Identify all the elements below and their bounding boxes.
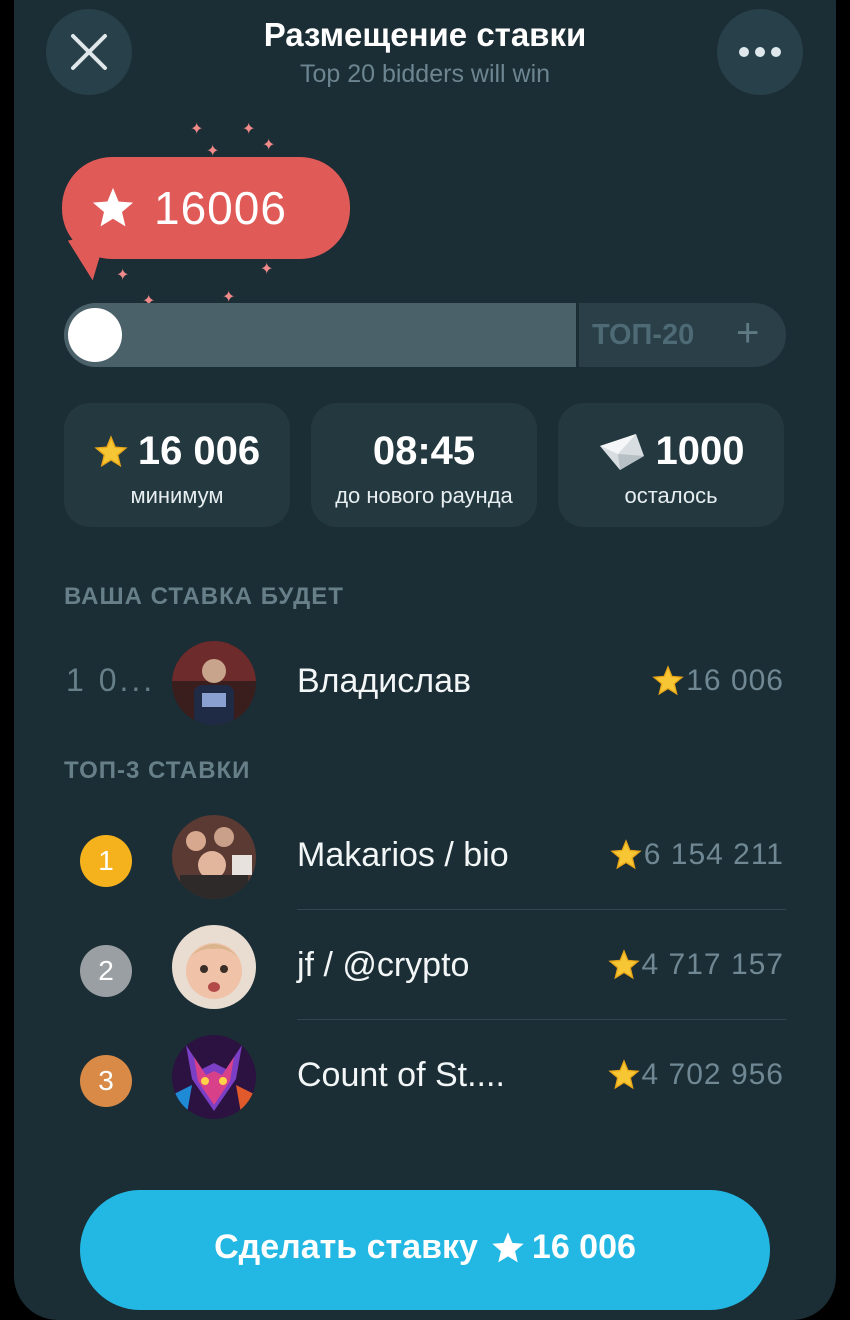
sparkle-icon: ✦ xyxy=(260,261,274,278)
medal-silver: 2 xyxy=(80,945,132,997)
place-bid-button[interactable]: Сделать ставку 16 006 xyxy=(80,1190,770,1310)
place-bid-amount: 16 006 xyxy=(531,1228,636,1266)
user-name: Count of St.... xyxy=(297,1056,505,1094)
bid-amount: 4 702 956 xyxy=(607,1058,784,1092)
stat-value: 16 006 xyxy=(137,429,261,473)
slider-top-label: ТОП-20 xyxy=(592,319,695,351)
avatar xyxy=(172,1035,256,1119)
slider-divider xyxy=(576,303,579,367)
medal-gold: 1 xyxy=(80,835,132,887)
section-top3: ТОП-3 СТАВКИ xyxy=(64,757,251,784)
section-your-bid: ВАША СТАВКА БУДЕТ xyxy=(64,583,344,610)
plus-icon[interactable]: + xyxy=(736,311,759,356)
bid-slider[interactable]: ТОП-20 + xyxy=(64,303,786,367)
stat-remaining: 1000 осталось xyxy=(558,403,784,527)
gift-icon xyxy=(599,433,644,470)
sparkle-icon: ✦ xyxy=(116,267,130,284)
star-icon xyxy=(607,949,640,980)
user-name: jf / @crypto xyxy=(297,946,470,984)
bid-amount: 16 006 xyxy=(652,664,784,698)
amount-value: 6 154 211 xyxy=(643,838,784,871)
user-name: Владислав xyxy=(297,662,472,700)
place-bid-label: Сделать ставку xyxy=(214,1228,478,1266)
sparkle-icon: ✦ xyxy=(242,121,256,138)
star-icon xyxy=(92,187,134,227)
avatar xyxy=(172,815,256,899)
stat-timer: 08:45 до нового раунда xyxy=(311,403,537,527)
medal-bronze: 3 xyxy=(80,1055,132,1107)
star-icon xyxy=(94,434,128,467)
avatar xyxy=(172,925,256,1009)
more-icon xyxy=(739,47,781,57)
star-icon xyxy=(610,839,642,870)
stat-value: 08:45 xyxy=(372,429,476,473)
sparkle-icon: ✦ xyxy=(190,121,204,138)
avatar xyxy=(172,641,256,725)
amount-value: 16 006 xyxy=(686,664,784,697)
slider-thumb[interactable] xyxy=(68,308,122,362)
amount-value: 4 702 956 xyxy=(641,1058,784,1091)
stat-label: осталось xyxy=(624,483,718,508)
star-icon xyxy=(652,665,684,696)
bid-amount: 6 154 211 xyxy=(610,838,784,872)
star-icon xyxy=(492,1232,524,1263)
stat-label: минимум xyxy=(130,483,224,508)
stat-value: 1000 xyxy=(655,429,745,473)
divider xyxy=(297,909,786,910)
stat-minimum: 16 006 минимум xyxy=(64,403,290,527)
bid-amount: 4 717 157 xyxy=(607,948,784,982)
user-name: Makarios / bio xyxy=(297,836,509,874)
table-row[interactable]: 2 jf / @crypto 4 717 157 xyxy=(0,920,850,1010)
table-row[interactable]: 3 Count of St.... 4 702 956 xyxy=(0,1030,850,1120)
amount-value: 4 717 157 xyxy=(641,948,784,981)
sparkle-icon: ✦ xyxy=(262,137,276,154)
divider xyxy=(297,1019,786,1020)
rank-label: 1 0... xyxy=(66,662,156,698)
bid-value: 16006 xyxy=(154,182,287,234)
stat-label: до нового раунда xyxy=(335,483,513,508)
slider-track xyxy=(64,303,576,367)
more-button[interactable] xyxy=(717,9,803,95)
your-bid-row: 1 0... Владислав 16 006 xyxy=(0,636,850,726)
star-icon xyxy=(607,1059,640,1090)
table-row[interactable]: 1 Makarios / bio 6 154 211 xyxy=(0,810,850,900)
bid-amount-bubble: 16006 xyxy=(62,157,350,259)
